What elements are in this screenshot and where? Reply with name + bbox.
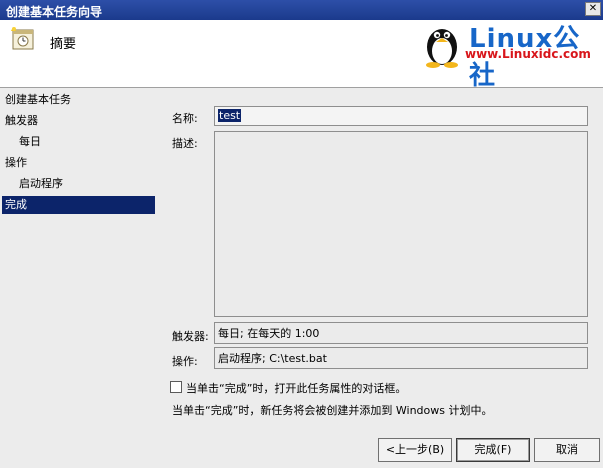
trigger-summary-field: 每日; 在每天的 1:00 (214, 322, 588, 344)
name-field[interactable]: test (214, 106, 588, 126)
cancel-button[interactable]: 取消 (534, 438, 600, 462)
page-title: 摘要 (50, 37, 77, 52)
description-label: 描述: (172, 137, 198, 150)
wizard-steps-nav: 创建基本任务 触发器 每日 操作 启动程序 完成 (0, 88, 160, 428)
penguin-icon (426, 29, 458, 68)
nav-step-start-program[interactable]: 启动程序 (19, 175, 155, 193)
window-title: 创建基本任务向导 (6, 5, 103, 19)
name-value: test (218, 109, 242, 122)
watermark-logo: Linux公社 www.Linuxidc.com (421, 20, 601, 91)
nav-step-finish[interactable]: 完成 (2, 196, 155, 214)
action-label: 操作: (172, 355, 198, 368)
task-calendar-icon (11, 27, 34, 50)
nav-step-create-basic-task[interactable]: 创建基本任务 (5, 91, 155, 109)
trigger-label: 触发器: (172, 330, 209, 343)
window-titlebar: 创建基本任务向导 ✕ (0, 0, 603, 20)
nav-step-trigger[interactable]: 触发器 (5, 112, 155, 130)
back-button[interactable]: <上一步(B) (378, 438, 452, 462)
wizard-header: 摘要 Linux公社 www.Linuxidc.com (0, 20, 603, 91)
name-label: 名称: (172, 112, 198, 125)
action-summary-field: 启动程序; C:\test.bat (214, 347, 588, 369)
open-properties-checkbox[interactable] (170, 381, 182, 393)
watermark-subtitle: www.Linuxidc.com (465, 47, 591, 61)
close-icon: ✕ (588, 3, 598, 14)
nav-step-daily[interactable]: 每日 (19, 133, 155, 151)
nav-step-action[interactable]: 操作 (5, 154, 155, 172)
description-field[interactable] (214, 131, 588, 317)
close-button[interactable]: ✕ (585, 2, 601, 16)
finish-info-text: 当单击“完成”时，新任务将会被创建并添加到 Windows 计划中。 (172, 404, 493, 417)
open-properties-label[interactable]: 当单击“完成”时，打开此任务属性的对话框。 (186, 380, 406, 396)
finish-button[interactable]: 完成(F) (456, 438, 530, 462)
